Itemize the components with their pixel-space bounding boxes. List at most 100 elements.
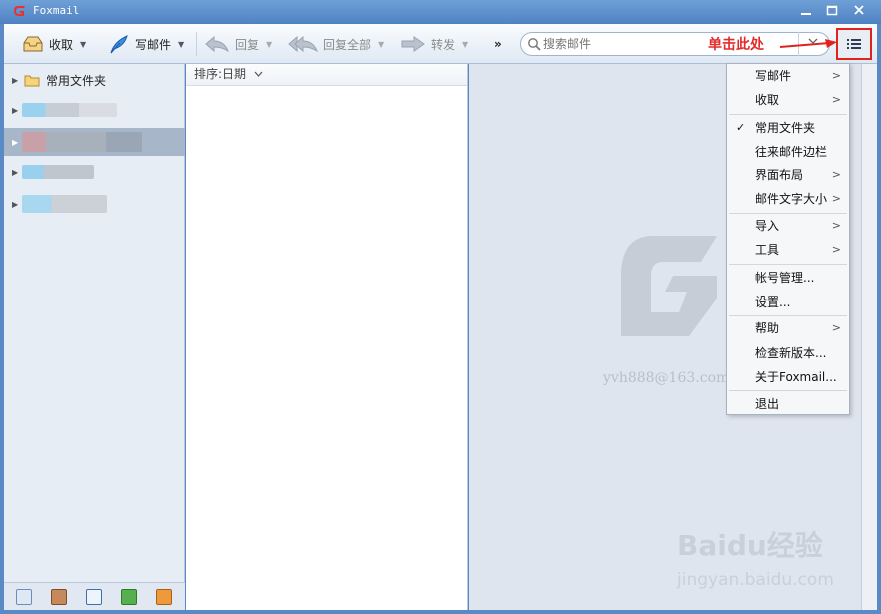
search-input[interactable]	[543, 35, 713, 53]
account-name-blurred	[22, 103, 117, 117]
menu-separator	[729, 315, 847, 316]
expand-arrow-icon[interactable]: ▶	[12, 76, 22, 85]
menu-item-label: 邮件文字大小	[755, 192, 828, 206]
reply-arrow-icon	[205, 35, 230, 53]
minimize-button[interactable]	[795, 2, 817, 22]
menu-separator	[729, 390, 847, 391]
menu-item-account-management[interactable]: 帐号管理...	[727, 267, 849, 289]
menu-item-label: 设置...	[755, 295, 791, 309]
chevron-down-icon[interactable]: ▼	[378, 40, 384, 49]
sort-header[interactable]: 排序:日期	[186, 64, 467, 86]
close-button[interactable]	[848, 2, 870, 22]
chevron-down-icon[interactable]: ▼	[462, 40, 468, 49]
menu-item-contacts-sidebar[interactable]: 往来邮件边栏	[727, 141, 849, 163]
mail-module-icon[interactable]	[16, 589, 32, 605]
receive-button[interactable]: 收取 ▼	[22, 32, 86, 56]
expand-arrow-icon[interactable]: ▶	[12, 200, 22, 209]
main-menu-dropdown: 写邮件 > 收取 > ✓ 常用文件夹 往来邮件边栏 界面布局 > 邮件文字大小 …	[726, 63, 850, 415]
chevron-right-icon: >	[831, 243, 841, 256]
title-bar: Foxmail	[0, 0, 881, 24]
right-sidebar-strip	[861, 64, 877, 610]
toolbar-divider	[196, 32, 197, 56]
annotation-label: 单击此处	[708, 37, 764, 53]
feather-pen-icon	[110, 35, 128, 54]
folder-icon	[24, 75, 40, 87]
checkmark-icon: ✓	[736, 121, 746, 134]
menu-item-label: 检查新版本...	[755, 346, 827, 360]
menu-item-label: 往来邮件边栏	[755, 145, 828, 159]
rss-module-icon[interactable]	[156, 589, 172, 605]
reply-label: 回复	[235, 37, 260, 52]
menu-item-label: 退出	[755, 397, 780, 411]
baidu-logo-text: Baidu经验	[677, 529, 823, 562]
expand-arrow-icon[interactable]: ▶	[12, 138, 22, 147]
chevron-right-icon: >	[831, 192, 841, 205]
toolbar: 收取 ▼ 写邮件 ▼ 回复 ▼ 回复全部 ▼ 转发 ▼ » 搜索邮件 单击此处	[4, 24, 877, 64]
maximize-button[interactable]	[821, 2, 843, 22]
account-row[interactable]: ▶	[4, 192, 185, 216]
menu-item-about[interactable]: 关于Foxmail...	[727, 366, 849, 388]
menu-item-label: 帐号管理...	[755, 271, 815, 285]
sort-label: 排序:日期	[194, 67, 247, 81]
notes-module-icon[interactable]	[121, 589, 137, 605]
contacts-module-icon[interactable]	[51, 589, 67, 605]
close-icon	[854, 5, 864, 15]
expand-arrow-icon[interactable]: ▶	[12, 106, 22, 115]
account-name-blurred	[22, 132, 142, 152]
menu-item-label: 写邮件	[755, 69, 792, 83]
forward-arrow-icon	[401, 36, 425, 52]
account-row[interactable]: ▶	[4, 160, 185, 184]
chevron-down-icon[interactable]: ▼	[266, 40, 272, 49]
folder-common[interactable]: ▶ 常用文件夹	[4, 68, 185, 92]
baidu-url-text: jingyan.baidu.com	[677, 570, 834, 590]
maximize-icon	[826, 5, 838, 16]
reply-all-arrow-icon	[288, 35, 318, 53]
menu-item-label: 关于Foxmail...	[755, 370, 837, 384]
menu-item-exit[interactable]: 退出	[727, 393, 849, 415]
menu-item-receive[interactable]: 收取 >	[727, 89, 849, 111]
menu-item-label: 工具	[755, 243, 780, 257]
menu-item-compose[interactable]: 写邮件 >	[727, 65, 849, 87]
chevron-down-icon[interactable]: ▼	[178, 40, 184, 49]
reply-all-button[interactable]: 回复全部 ▼	[288, 32, 384, 56]
folder-common-label: 常用文件夹	[46, 73, 107, 88]
menu-item-tools[interactable]: 工具 >	[727, 239, 849, 261]
list-menu-icon	[847, 39, 861, 49]
expand-arrow-icon[interactable]: ▶	[12, 168, 22, 177]
account-name-blurred	[22, 195, 107, 213]
menu-item-check-update[interactable]: 检查新版本...	[727, 342, 849, 364]
calendar-module-icon[interactable]	[86, 589, 102, 605]
chevron-right-icon: >	[831, 93, 841, 106]
annotation-arrow-icon	[779, 39, 837, 48]
chevron-down-icon	[254, 71, 263, 77]
menu-item-help[interactable]: 帮助 >	[727, 317, 849, 339]
menu-item-font-size[interactable]: 邮件文字大小 >	[727, 188, 849, 210]
forward-label: 转发	[431, 37, 456, 52]
chevron-right-icon: >	[831, 219, 841, 232]
email-watermark-text: yvh888@163.com	[603, 370, 730, 386]
foxmail-logo-icon	[14, 6, 25, 16]
menu-item-label: 导入	[755, 219, 780, 233]
main-menu-button[interactable]	[836, 28, 872, 60]
search-icon	[528, 38, 541, 51]
chevron-right-icon: >	[831, 321, 841, 334]
more-tools-label: »	[494, 37, 502, 51]
more-tools-button[interactable]: »	[494, 32, 502, 56]
foxmail-window: Foxmail 收取 ▼ 写邮件 ▼ 回复 ▼ 回复全部 ▼ 转发 ▼ » 搜索…	[0, 0, 881, 614]
account-row-selected[interactable]: ▶	[4, 128, 185, 156]
module-switcher-bar	[4, 582, 185, 610]
menu-separator	[729, 114, 847, 115]
compose-label: 写邮件	[135, 37, 172, 52]
menu-separator	[729, 213, 847, 214]
forward-button[interactable]: 转发 ▼	[400, 32, 468, 56]
menu-item-common-folders[interactable]: ✓ 常用文件夹	[727, 117, 849, 139]
account-row[interactable]: ▶	[4, 98, 185, 122]
chevron-right-icon: >	[831, 168, 841, 181]
inbox-tray-icon	[23, 36, 43, 52]
chevron-down-icon[interactable]: ▼	[80, 40, 86, 49]
menu-item-settings[interactable]: 设置...	[727, 291, 849, 313]
menu-item-layout[interactable]: 界面布局 >	[727, 164, 849, 186]
reply-button[interactable]: 回复 ▼	[204, 32, 272, 56]
menu-item-import[interactable]: 导入 >	[727, 215, 849, 237]
compose-button[interactable]: 写邮件 ▼	[108, 32, 184, 56]
